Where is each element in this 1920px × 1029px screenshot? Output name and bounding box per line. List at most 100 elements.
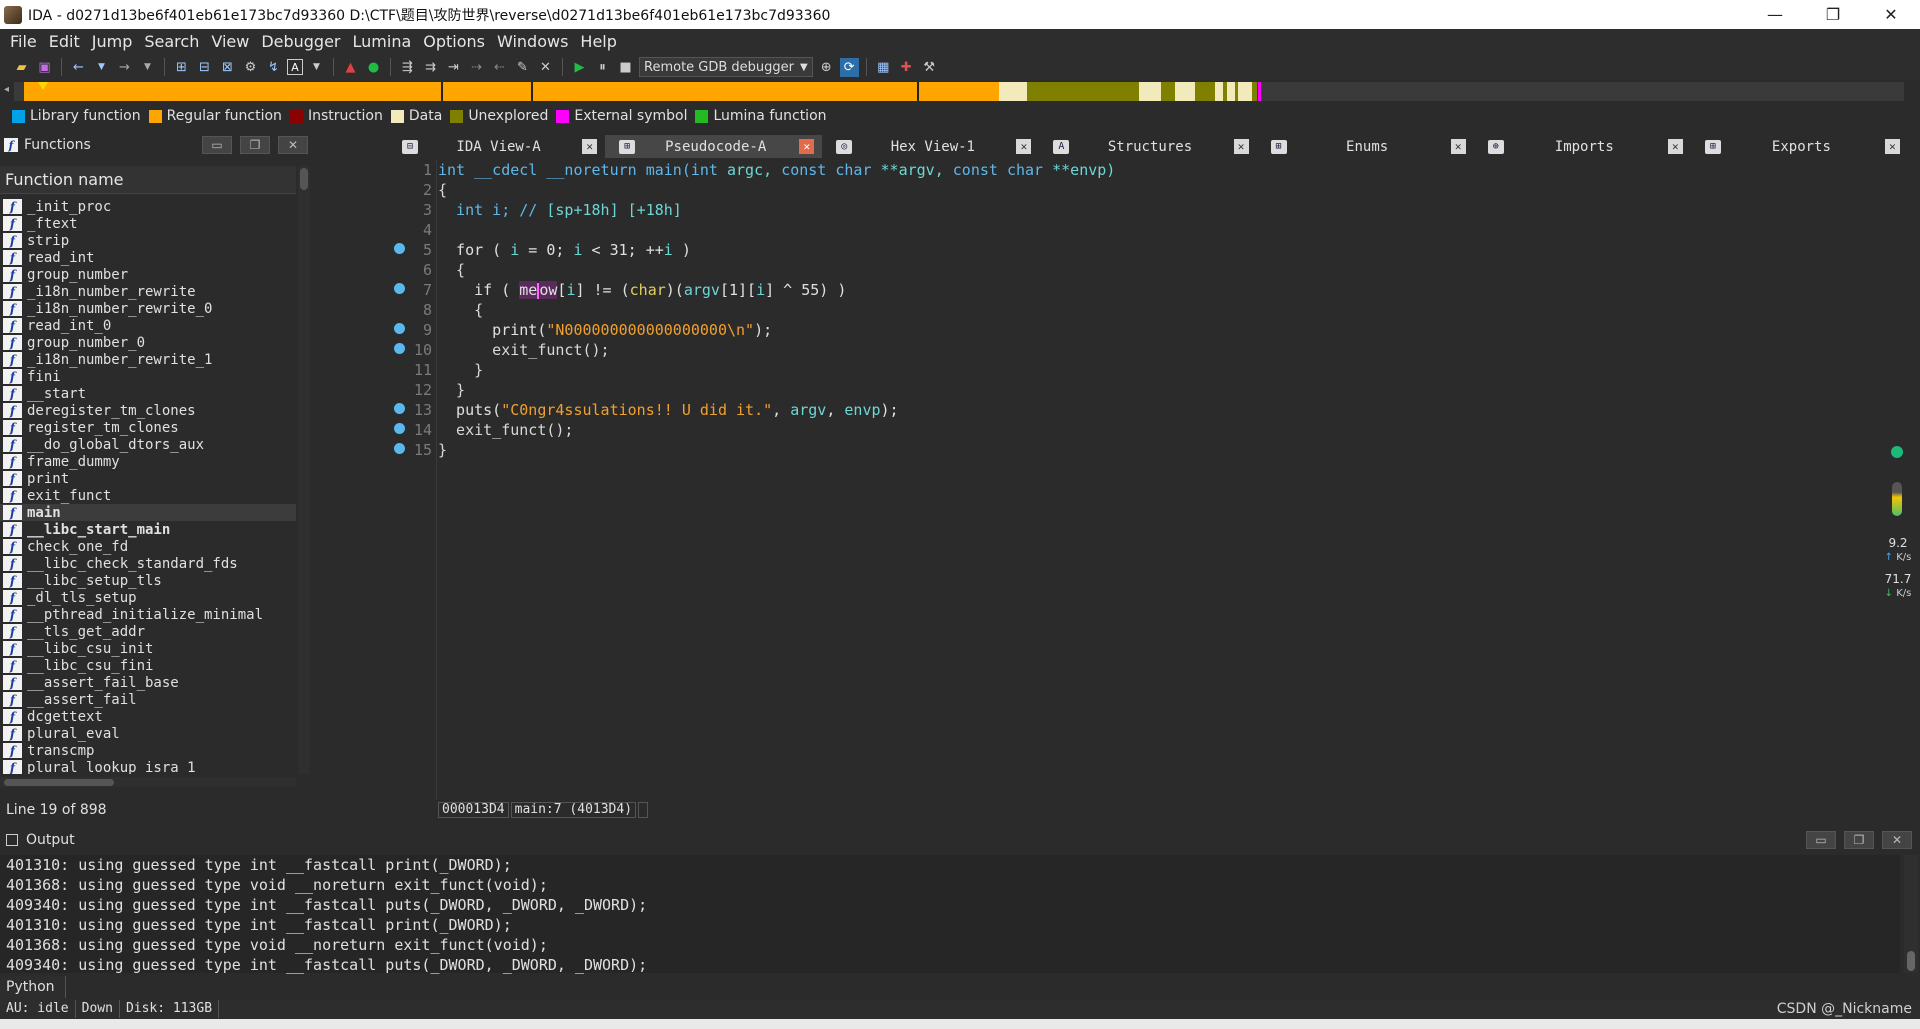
function-list-item[interactable]: f group_number_0 (0, 334, 296, 351)
debug-step-over-icon[interactable]: ⇉ (421, 58, 440, 77)
start-debug-icon[interactable]: ▶ (570, 58, 589, 77)
undefine-icon[interactable]: ↯ (264, 58, 283, 77)
sync-icon[interactable]: ⟳ (839, 57, 859, 77)
back-dropdown-icon[interactable]: ▼ (92, 58, 111, 77)
bookmark-icon[interactable]: ✚ (897, 58, 916, 77)
text-icon[interactable]: A (287, 59, 303, 75)
function-list-vscrollbar[interactable] (298, 166, 310, 774)
menu-help[interactable]: Help (574, 32, 622, 51)
function-list-item[interactable]: f __tls_get_addr (0, 623, 296, 640)
output-vscrollbar[interactable] (1904, 855, 1918, 973)
edit-icon[interactable]: ✎ (513, 58, 532, 77)
function-list-item[interactable]: f group_number (0, 266, 296, 283)
stop-icon[interactable]: ■ (616, 58, 635, 77)
plugin-icon[interactable]: ⚒ (920, 58, 939, 77)
output-log[interactable]: 401310: using guessed type int __fastcal… (0, 855, 1900, 974)
panel-close-button[interactable]: ✕ (278, 136, 308, 154)
function-list-item[interactable]: f _i18n_number_rewrite (0, 283, 296, 300)
function-list-item[interactable]: f strip (0, 232, 296, 249)
function-list-item[interactable]: f __libc_start_main (0, 521, 296, 538)
tab-hex-view-1[interactable]: ◎ Hex View-1 ✕ (822, 135, 1040, 158)
function-list-item[interactable]: f frame_dummy (0, 453, 296, 470)
close-tab-icon[interactable]: ✕ (582, 139, 598, 154)
nav-left-arrow-icon[interactable]: ◂ (4, 84, 10, 98)
close-tab-icon[interactable]: ✕ (1884, 139, 1900, 154)
forward-dropdown-icon[interactable]: ▼ (138, 58, 157, 77)
scrollbar-thumb[interactable] (1907, 951, 1915, 971)
data-icon[interactable]: ⊟ (195, 58, 214, 77)
scrollbar-thumb[interactable] (4, 779, 114, 786)
function-list-item[interactable]: f __libc_check_standard_fds (0, 555, 296, 572)
debug-step-icon[interactable]: ⇶ (398, 58, 417, 77)
warning-icon[interactable]: ▲ (341, 58, 360, 77)
menu-lumina[interactable]: Lumina (347, 32, 418, 51)
close-tab-icon[interactable]: ✕ (1667, 139, 1683, 154)
panel-float-button[interactable]: ❐ (240, 136, 270, 154)
close-tab-icon[interactable]: ✕ (1233, 139, 1249, 154)
function-list-item[interactable]: f exit_funct (0, 487, 296, 504)
array-icon[interactable]: ⚙ (241, 58, 260, 77)
back-arrow-icon[interactable]: ← (69, 58, 88, 77)
function-list-item[interactable]: f __libc_csu_init (0, 640, 296, 657)
debug-trace-icon[interactable]: ⇥ (444, 58, 463, 77)
close-tab-icon[interactable]: ✕ (799, 139, 815, 154)
scrollbar-thumb[interactable] (300, 168, 308, 190)
function-list-item[interactable]: f check_one_fd (0, 538, 296, 555)
attach-icon[interactable]: ⊕ (817, 58, 836, 77)
function-list-item[interactable]: f __pthread_initialize_minimal (0, 606, 296, 623)
text-dropdown-icon[interactable]: ▼ (307, 58, 326, 77)
close-tab-icon[interactable]: ✕ (1016, 139, 1032, 154)
menu-jump[interactable]: Jump (86, 32, 139, 51)
function-list-item[interactable]: f plural_lookup_isra_1 (0, 759, 296, 774)
function-list-item[interactable]: f fini (0, 368, 296, 385)
tab-enums[interactable]: ⊞ Enums ✕ (1256, 135, 1474, 158)
function-list-item[interactable]: f _init_proc (0, 198, 296, 215)
tab-exports[interactable]: ⊞ Exports ✕ (1690, 135, 1908, 158)
panel-close-button[interactable]: ✕ (1882, 831, 1912, 849)
panel-float-button[interactable]: ❐ (1844, 831, 1874, 849)
function-name-column-header[interactable]: Function name (0, 166, 296, 194)
save-icon[interactable]: ▣ (35, 58, 54, 77)
python-language-button[interactable]: Python (0, 976, 66, 998)
function-list-item[interactable]: f __libc_csu_fini (0, 657, 296, 674)
panel-maximize-button[interactable]: ▭ (1806, 831, 1836, 849)
function-list-item[interactable]: f _ftext (0, 215, 296, 232)
menu-windows[interactable]: Windows (491, 32, 574, 51)
tab-ida-view-a[interactable]: ⊟ IDA View-A ✕ (388, 135, 606, 158)
minimize-button[interactable]: — (1746, 0, 1804, 29)
restore-button[interactable]: ❐ (1804, 0, 1862, 29)
function-list-item[interactable]: f dcgettext (0, 708, 296, 725)
function-list-item[interactable]: f __libc_setup_tls (0, 572, 296, 589)
function-list-item[interactable]: f __start (0, 385, 296, 402)
function-list-item[interactable]: f transcmp (0, 742, 296, 759)
green-circle-icon[interactable]: ● (364, 58, 383, 77)
function-list-item[interactable]: f _dl_tls_setup (0, 589, 296, 606)
debugger-select[interactable]: Remote GDB debugger ▼ (639, 57, 813, 77)
function-list-item[interactable]: f plural_eval (0, 725, 296, 742)
function-list-item[interactable]: f register_tm_clones (0, 419, 296, 436)
debug-run-to-icon[interactable]: ⇢ (467, 58, 486, 77)
function-list-item[interactable]: f __do_global_dtors_aux (0, 436, 296, 453)
open-file-icon[interactable]: ▰ (12, 58, 31, 77)
cross-icon[interactable]: ✕ (536, 58, 555, 77)
code-icon[interactable]: ⊞ (172, 58, 191, 77)
close-tab-icon[interactable]: ✕ (1450, 139, 1466, 154)
function-list-item[interactable]: f __assert_fail_base (0, 674, 296, 691)
menu-options[interactable]: Options (417, 32, 491, 51)
menu-file[interactable]: File (4, 32, 43, 51)
function-list-item[interactable]: f _i18n_number_rewrite_1 (0, 351, 296, 368)
pseudocode-view[interactable]: 1 int __cdecl __noreturn main(int argc, … (388, 160, 1878, 800)
tab-structures[interactable]: A Structures ✕ (1039, 135, 1257, 158)
forward-arrow-icon[interactable]: → (115, 58, 134, 77)
close-window-button[interactable]: ✕ (1862, 0, 1920, 29)
pause-icon[interactable]: ⏸ (593, 58, 612, 77)
tab-pseudocode-a[interactable]: ⊞ Pseudocode-A ✕ (605, 135, 823, 158)
menu-debugger[interactable]: Debugger (255, 32, 346, 51)
debug-return-icon[interactable]: ⇠ (490, 58, 509, 77)
menu-search[interactable]: Search (138, 32, 205, 51)
menu-edit[interactable]: Edit (43, 32, 86, 51)
function-list-item[interactable]: f _i18n_number_rewrite_0 (0, 300, 296, 317)
function-list-hscrollbar[interactable] (0, 777, 296, 787)
function-list-item[interactable]: f main (0, 504, 296, 521)
function-list-item[interactable]: f read_int (0, 249, 296, 266)
